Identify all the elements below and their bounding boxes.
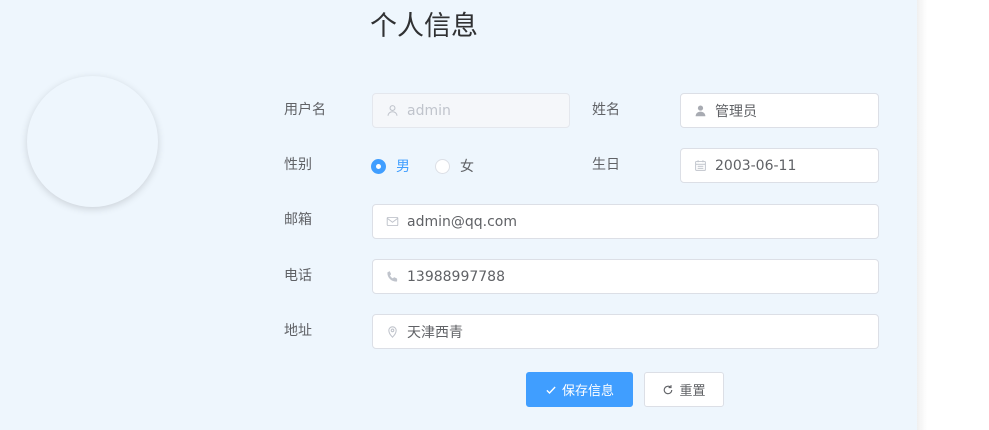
- mail-icon: [385, 215, 399, 229]
- birthday-date-picker[interactable]: 2003-06-11: [680, 148, 879, 183]
- phone-label: 电话: [284, 268, 312, 284]
- radio-checked-icon: [371, 158, 386, 174]
- calendar-icon: [693, 159, 707, 173]
- phone-value: 13988997788: [407, 268, 505, 285]
- name-value: 管理员: [715, 103, 757, 120]
- user-icon: [693, 104, 707, 118]
- reset-button[interactable]: 重置: [644, 372, 724, 407]
- username-field: admin: [372, 93, 570, 128]
- reset-button-label: 重置: [679, 384, 706, 399]
- address-value: 天津西青: [407, 324, 463, 341]
- birthday-value: 2003-06-11: [715, 157, 797, 174]
- username-label: 用户名: [284, 102, 326, 118]
- email-field[interactable]: admin@qq.com: [372, 204, 879, 239]
- page-title: 个人信息: [370, 11, 478, 42]
- radio-unchecked-icon: [435, 158, 450, 174]
- birthday-label: 生日: [592, 157, 620, 173]
- avatar[interactable]: [27, 76, 158, 207]
- username-value: admin: [407, 102, 451, 119]
- gender-male-label: 男: [396, 159, 410, 175]
- phone-icon: [385, 270, 399, 284]
- address-field[interactable]: 天津西青: [372, 314, 879, 349]
- name-field[interactable]: 管理员: [680, 93, 879, 128]
- location-icon: [385, 325, 399, 339]
- phone-field[interactable]: 13988997788: [372, 259, 879, 294]
- gender-female-label: 女: [460, 159, 474, 175]
- profile-panel: 个人信息 用户名 admin 姓名 管理员 性别 男 女 生日 2003-06-…: [0, 0, 917, 430]
- refresh-icon: [662, 384, 674, 396]
- user-icon: [385, 104, 399, 118]
- gender-radio-female[interactable]: 女: [435, 156, 474, 176]
- check-icon: [545, 384, 557, 396]
- email-value: admin@qq.com: [407, 213, 517, 230]
- panel-edge-shadow: [917, 0, 927, 430]
- save-button[interactable]: 保存信息: [526, 372, 633, 407]
- save-button-label: 保存信息: [561, 384, 614, 399]
- gender-radio-male[interactable]: 男: [371, 156, 410, 176]
- name-label: 姓名: [592, 102, 620, 118]
- gender-label: 性别: [284, 157, 312, 173]
- email-label: 邮箱: [284, 212, 312, 228]
- address-label: 地址: [284, 323, 312, 339]
